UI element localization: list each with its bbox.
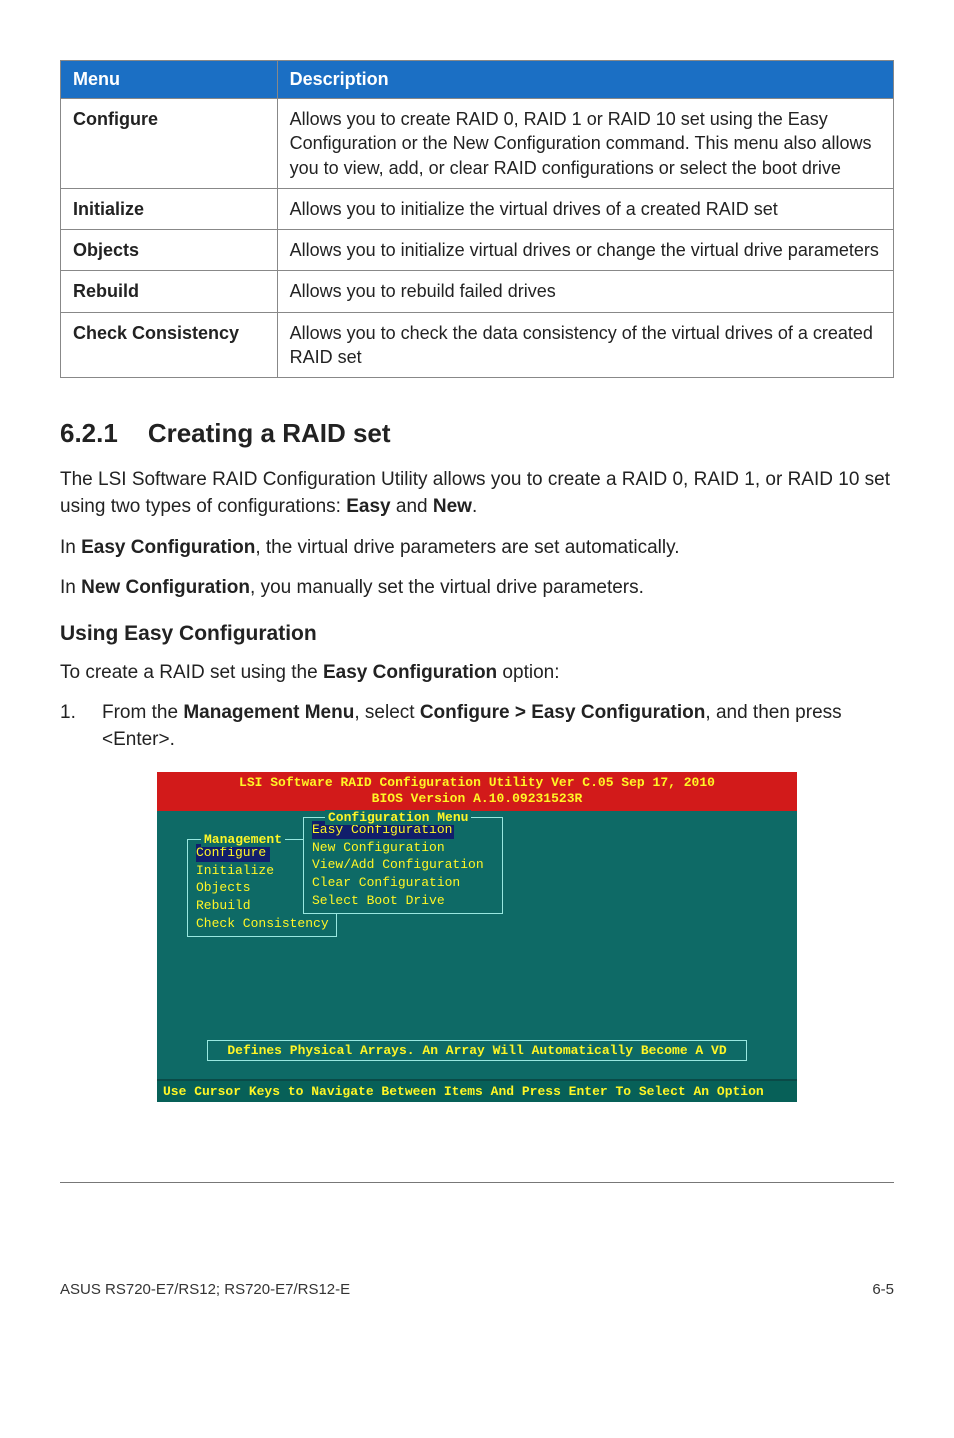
section-paragraph: In Easy Configuration, the virtual drive… [60,535,894,562]
management-item-check-consistency[interactable]: Check Consistency [196,915,328,933]
section-heading: 6.2.1 Creating a RAID set [60,418,894,449]
section-number: 6.2.1 [60,418,118,449]
text-run: . [472,496,477,517]
config-item-select-boot[interactable]: Select Boot Drive [312,892,494,910]
text-run: From the [102,702,183,723]
footer-product: ASUS RS720-E7/RS12; RS720-E7/RS12-E [60,1281,350,1298]
config-item-new[interactable]: New Configuration [312,839,494,857]
section-title: Creating a RAID set [148,418,391,448]
cell-desc: Allows you to create RAID 0, RAID 1 or R… [277,99,893,189]
cell-menu: Initialize [61,188,278,229]
step-number: 1. [60,700,102,753]
cell-menu: Rebuild [61,271,278,312]
cell-menu: Objects [61,230,278,271]
cell-menu: Check Consistency [61,312,278,378]
text-bold: Configure > Easy Configuration [420,702,706,723]
cell-desc: Allows you to rebuild failed drives [277,271,893,312]
configuration-menu[interactable]: Easy Configuration New Configuration Vie… [303,817,503,914]
text-bold: Management Menu [183,702,354,723]
config-item-clear[interactable]: Clear Configuration [312,874,494,892]
text-run: , the virtual drive parameters are set a… [255,537,679,558]
text-run: and [391,496,433,517]
section-paragraph: In New Configuration, you manually set t… [60,575,894,602]
th-menu: Menu [61,61,278,99]
menu-description-table: Menu Description Configure Allows you to… [60,60,894,378]
bios-header: LSI Software RAID Configuration Utility … [157,772,797,812]
text-run: To create a RAID set using the [60,662,323,683]
table-row: Objects Allows you to initialize virtual… [61,230,894,271]
bios-footer-help: Use Cursor Keys to Navigate Between Item… [157,1081,797,1102]
configuration-menu-title: Configuration Menu [325,810,471,825]
text-run: In [60,577,81,598]
text-bold: Easy Configuration [81,537,255,558]
bios-screenshot: LSI Software RAID Configuration Utility … [157,772,797,1103]
text-run: , select [354,702,419,723]
cell-menu: Configure [61,99,278,189]
th-description: Description [277,61,893,99]
text-run: In [60,537,81,558]
config-item-view-add[interactable]: View/Add Configuration [312,856,494,874]
bios-header-line1: LSI Software RAID Configuration Utility … [157,775,797,792]
bios-status-bar: Defines Physical Arrays. An Array Will A… [207,1040,747,1061]
text-bold: Easy [346,496,390,517]
footer-rule [60,1182,894,1183]
section-paragraph: The LSI Software RAID Configuration Util… [60,467,894,520]
cell-desc: Allows you to initialize the virtual dri… [277,188,893,229]
subsection-intro: To create a RAID set using the Easy Conf… [60,660,894,687]
table-row: Check Consistency Allows you to check th… [61,312,894,378]
table-row: Configure Allows you to create RAID 0, R… [61,99,894,189]
text-bold: New [433,496,472,517]
table-row: Rebuild Allows you to rebuild failed dri… [61,271,894,312]
management-menu-title: Management [201,832,285,847]
subsection-heading: Using Easy Configuration [60,622,894,646]
step-text: From the Management Menu, select Configu… [102,700,894,753]
cell-desc: Allows you to initialize virtual drives … [277,230,893,271]
bios-body: Management Configure Initialize Objects … [157,811,797,1081]
bios-header-line2: BIOS Version A.10.09231523R [157,791,797,808]
page-footer: ASUS RS720-E7/RS12; RS720-E7/RS12-E 6-5 [60,1273,894,1298]
cell-desc: Allows you to check the data consistency… [277,312,893,378]
text-run: option: [497,662,559,683]
text-run: , you manually set the virtual drive par… [250,577,644,598]
ordered-step: 1. From the Management Menu, select Conf… [60,700,894,753]
table-row: Initialize Allows you to initialize the … [61,188,894,229]
footer-page-number: 6-5 [872,1281,894,1298]
text-bold: New Configuration [81,577,250,598]
text-bold: Easy Configuration [323,662,497,683]
